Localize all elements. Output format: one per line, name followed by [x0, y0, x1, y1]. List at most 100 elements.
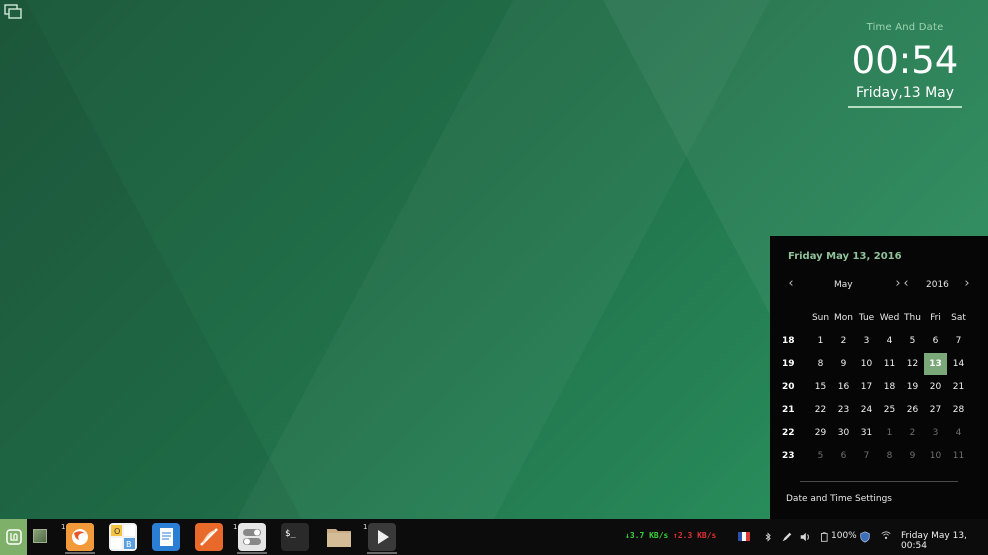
- calendar-day[interactable]: 5: [901, 330, 924, 352]
- calendar-day[interactable]: 10: [855, 353, 878, 375]
- weekday-header-row: Sun Mon Tue Wed Thu Fri Sat: [780, 306, 970, 329]
- taskbar-panel: 1 OB 1 $_ 1 ↓3.7 KB/s ↑2.3 KB/s 100% Fri…: [0, 519, 988, 555]
- calendar-week-row: 22 29 30 31 1 2 3 4: [780, 421, 970, 444]
- svg-text:O: O: [114, 527, 120, 536]
- calendar-day[interactable]: 31: [855, 422, 878, 444]
- week-number: 22: [782, 427, 795, 438]
- calendar-day[interactable]: 9: [901, 445, 924, 467]
- media-player-icon: [368, 523, 396, 551]
- launcher-music-player[interactable]: [192, 522, 226, 552]
- calendar-day[interactable]: 9: [832, 353, 855, 375]
- calendar-day[interactable]: 3: [855, 330, 878, 352]
- calendar-day[interactable]: 30: [832, 422, 855, 444]
- calendar-day[interactable]: 24: [855, 399, 878, 421]
- calendar-day[interactable]: 19: [901, 376, 924, 398]
- calendar-day[interactable]: 6: [924, 330, 947, 352]
- calendar-day[interactable]: 7: [855, 445, 878, 467]
- network-signal-icon[interactable]: [879, 530, 893, 544]
- calendar-day[interactable]: 17: [855, 376, 878, 398]
- calendar-day[interactable]: 20: [924, 376, 947, 398]
- calendar-day[interactable]: 14: [947, 353, 970, 375]
- settings-toggle-icon: [238, 523, 266, 551]
- launcher-office[interactable]: OB: [106, 522, 140, 552]
- calendar-day[interactable]: 4: [947, 422, 970, 444]
- chevron-right-icon: ›: [895, 276, 901, 291]
- folder-icon: [325, 523, 353, 551]
- calendar-day[interactable]: 7: [947, 330, 970, 352]
- main-menu-button[interactable]: [0, 519, 27, 555]
- calendar-day[interactable]: 29: [809, 422, 832, 444]
- calendar-day[interactable]: 4: [878, 330, 901, 352]
- calendar-day[interactable]: 3: [924, 422, 947, 444]
- launcher-media-player[interactable]: 1: [363, 522, 399, 554]
- calendar-day[interactable]: 21: [947, 376, 970, 398]
- calendar-day[interactable]: 27: [924, 399, 947, 421]
- office-icon: OB: [109, 523, 137, 551]
- text-editor-icon: [152, 523, 180, 551]
- pen-tool-icon[interactable]: [780, 530, 794, 544]
- chevron-left-icon: ‹: [903, 276, 909, 291]
- launcher-settings[interactable]: 1: [233, 522, 269, 554]
- active-window-indicator: [237, 552, 267, 554]
- calendar-popup: Friday May 13, 2016 ‹ May › ‹ 2016 › Sun…: [770, 236, 988, 519]
- svg-text:B: B: [126, 540, 132, 549]
- battery-icon[interactable]: [818, 530, 832, 544]
- previous-month-button[interactable]: ‹: [786, 277, 796, 292]
- time-date-desklet: Time And Date 00:54 Friday,13 May: [848, 22, 962, 108]
- workspace-switcher-icon[interactable]: [4, 4, 22, 20]
- calendar-day[interactable]: 6: [832, 445, 855, 467]
- date-time-settings-link[interactable]: Date and Time Settings: [786, 494, 892, 504]
- window-count: 1: [363, 523, 368, 531]
- svg-text:$_: $_: [285, 529, 296, 539]
- weekday-header: Sat: [951, 312, 966, 323]
- calendar-day[interactable]: 2: [901, 422, 924, 444]
- window-count: 1: [61, 523, 66, 531]
- week-number-header: [780, 307, 809, 329]
- desklet-date: Friday,13 May: [848, 83, 962, 108]
- launcher-firefox[interactable]: 1: [61, 522, 97, 554]
- keyboard-layout-flag-icon[interactable]: [738, 532, 750, 541]
- terminal-icon: $_: [281, 523, 309, 551]
- calendar-day[interactable]: 28: [947, 399, 970, 421]
- calendar-day[interactable]: 25: [878, 399, 901, 421]
- calendar-day[interactable]: 15: [809, 376, 832, 398]
- weekday-header: Tue: [858, 312, 875, 323]
- launcher-files[interactable]: [322, 522, 356, 552]
- launcher-text-editor[interactable]: [149, 522, 183, 552]
- volume-icon[interactable]: [798, 530, 812, 544]
- calendar-day[interactable]: 5: [809, 445, 832, 467]
- previous-year-button[interactable]: ‹: [901, 276, 911, 292]
- calendar-week-row: 19 8 9 10 11 12 13 14: [780, 352, 970, 375]
- window-count: 1: [233, 523, 238, 531]
- show-desktop-button[interactable]: [33, 529, 47, 543]
- music-player-icon: [195, 523, 223, 551]
- calendar-year-label: 2016: [926, 280, 949, 290]
- mint-logo-icon: [5, 529, 22, 545]
- calendar-day[interactable]: 23: [832, 399, 855, 421]
- week-number: 20: [782, 381, 795, 392]
- calendar-day[interactable]: 12: [901, 353, 924, 375]
- calendar-day[interactable]: 8: [809, 353, 832, 375]
- calendar-day[interactable]: 11: [878, 353, 901, 375]
- launcher-terminal[interactable]: $_: [278, 522, 312, 552]
- bluetooth-icon[interactable]: [761, 530, 775, 544]
- shield-icon[interactable]: [858, 530, 872, 544]
- firefox-icon: [66, 523, 94, 551]
- calendar-day[interactable]: 10: [924, 445, 947, 467]
- calendar-day[interactable]: 26: [901, 399, 924, 421]
- calendar-day-today[interactable]: 13: [924, 352, 947, 375]
- weekday-header: Fri: [930, 312, 941, 323]
- calendar-day[interactable]: 16: [832, 376, 855, 398]
- panel-clock[interactable]: Friday May 13, 00:54: [901, 531, 988, 551]
- active-window-indicator: [65, 552, 95, 554]
- calendar-day[interactable]: 1: [878, 422, 901, 444]
- calendar-day[interactable]: 1: [809, 330, 832, 352]
- calendar-date-header: Friday May 13, 2016: [788, 251, 902, 262]
- calendar-day[interactable]: 22: [809, 399, 832, 421]
- calendar-day[interactable]: 2: [832, 330, 855, 352]
- next-year-button[interactable]: ›: [962, 277, 972, 292]
- calendar-day[interactable]: 8: [878, 445, 901, 467]
- calendar-day[interactable]: 11: [947, 445, 970, 467]
- calendar-day[interactable]: 18: [878, 376, 901, 398]
- weekday-header: Sun: [811, 312, 830, 323]
